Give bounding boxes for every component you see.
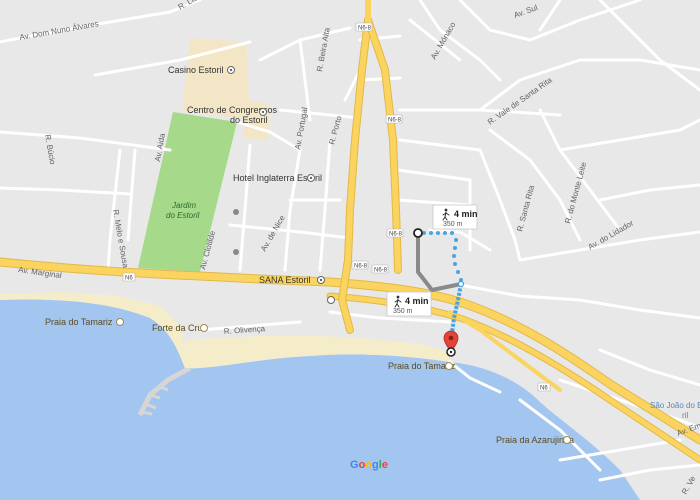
poi-marker[interactable] — [233, 249, 239, 255]
svg-text:Casino Estoril: Casino Estoril — [168, 65, 224, 75]
poi-jardim-estoril[interactable]: Jardim do Estoril — [166, 201, 200, 220]
svg-text:N6-8: N6-8 — [389, 232, 403, 238]
svg-text:4 min: 4 min — [454, 209, 478, 219]
svg-text:4 min: 4 min — [405, 296, 429, 306]
poi-marker[interactable] — [327, 296, 335, 304]
svg-text:ril: ril — [682, 411, 688, 420]
poi-marker[interactable] — [233, 209, 239, 215]
road-shield: N6-8 — [386, 228, 404, 238]
svg-text:350 m: 350 m — [443, 221, 463, 228]
origin-circle-icon[interactable] — [413, 228, 423, 238]
map-canvas[interactable]: Av. Dom Nuno Álvares R. Lis R. Beira Alt… — [0, 0, 700, 500]
route-info-drive[interactable]: 4 min 350 m — [386, 291, 432, 317]
svg-text:N6: N6 — [540, 386, 548, 392]
road-shield: N6-8 — [351, 260, 369, 270]
svg-text:Jardim: Jardim — [171, 201, 196, 210]
poi-praia-tamariz-west[interactable]: Praia do Tamariz — [45, 317, 124, 327]
road-shield: N6-8 — [385, 114, 403, 124]
road-shield: N6-8 — [371, 264, 389, 274]
svg-text:Praia da Azarujinha: Praia da Azarujinha — [496, 435, 574, 445]
road-shield: N6-8 — [355, 22, 373, 32]
svg-text:do Estoril: do Estoril — [230, 115, 268, 125]
svg-text:SANA Estoril: SANA Estoril — [259, 275, 311, 285]
google-logo: Google — [350, 459, 388, 471]
poi-praia-tamariz[interactable]: Praia do Tamariz — [388, 361, 456, 371]
svg-text:Google: Google — [350, 459, 388, 471]
svg-text:do Estoril: do Estoril — [166, 211, 200, 220]
poi-forte-da-cruz[interactable]: Forte da Cruz — [152, 323, 208, 333]
svg-text:N6-8: N6-8 — [388, 118, 402, 124]
svg-text:São João do Esto: São João do Esto — [650, 401, 700, 410]
svg-text:N6-8: N6-8 — [374, 268, 388, 274]
svg-text:N6-8: N6-8 — [354, 264, 368, 270]
route-info-walk[interactable]: 4 min 350 m — [432, 204, 478, 230]
svg-text:Forte da Cruz: Forte da Cruz — [152, 323, 208, 333]
svg-text:350 m: 350 m — [393, 308, 413, 315]
poi-praia-azarujinha[interactable]: Praia da Azarujinha — [496, 435, 574, 445]
road-shield: N6 — [122, 272, 136, 282]
svg-text:N6: N6 — [125, 276, 133, 282]
road-shield: N6 — [537, 382, 551, 392]
svg-text:Praia do Tamariz: Praia do Tamariz — [45, 317, 113, 327]
poi-hotel-inglaterra[interactable]: Hotel Inglaterra Estoril — [233, 173, 322, 183]
svg-text:N6-8: N6-8 — [358, 26, 372, 32]
route-waypoint-icon — [457, 280, 465, 288]
